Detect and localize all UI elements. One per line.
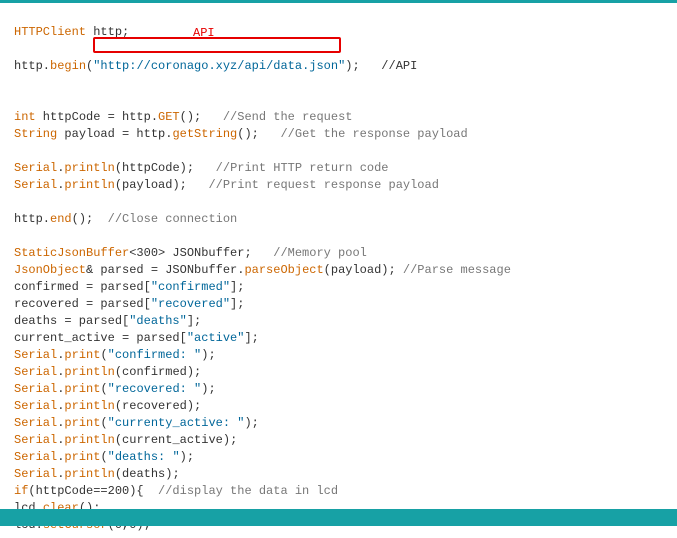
code-line: Serial.println(recovered); [14,399,201,413]
code-line: StaticJsonBuffer<300> JSONbuffer; //Memo… [14,246,367,260]
code-block: HTTPClient http; http.begin("http://coro… [0,3,677,538]
code-line: Serial.print("recovered: "); [14,382,216,396]
code-line: http.begin("http://coronago.xyz/api/data… [14,59,417,73]
code-line: Serial.print("currenty_active: "); [14,416,259,430]
code-line: confirmed = parsed["confirmed"]; [14,280,244,294]
code-line: Serial.println(payload); //Print request… [14,178,439,192]
code-line: Serial.println(confirmed); [14,365,201,379]
code-line: Serial.println(current_active); [14,433,237,447]
code-line: Serial.print("deaths: "); [14,450,194,464]
code-line: int httpCode = http.GET(); //Send the re… [14,110,352,124]
code-line: Serial.println(httpCode); //Print HTTP r… [14,161,389,175]
code-line: http.end(); //Close connection [14,212,237,226]
code-line: deaths = parsed["deaths"]; [14,314,201,328]
code-line: Serial.print("confirmed: "); [14,348,216,362]
api-annotation-box [93,37,341,53]
code-line: JsonObject& parsed = JSONbuffer.parseObj… [14,263,511,277]
code-line: Serial.println(deaths); [14,467,180,481]
code-line: if(httpCode==200){ //display the data in… [14,484,338,498]
code-line: current_active = parsed["active"]; [14,331,259,345]
bottom-bar [0,509,677,526]
code-line: String payload = http.getString(); //Get… [14,127,468,141]
code-line: recovered = parsed["recovered"]; [14,297,244,311]
